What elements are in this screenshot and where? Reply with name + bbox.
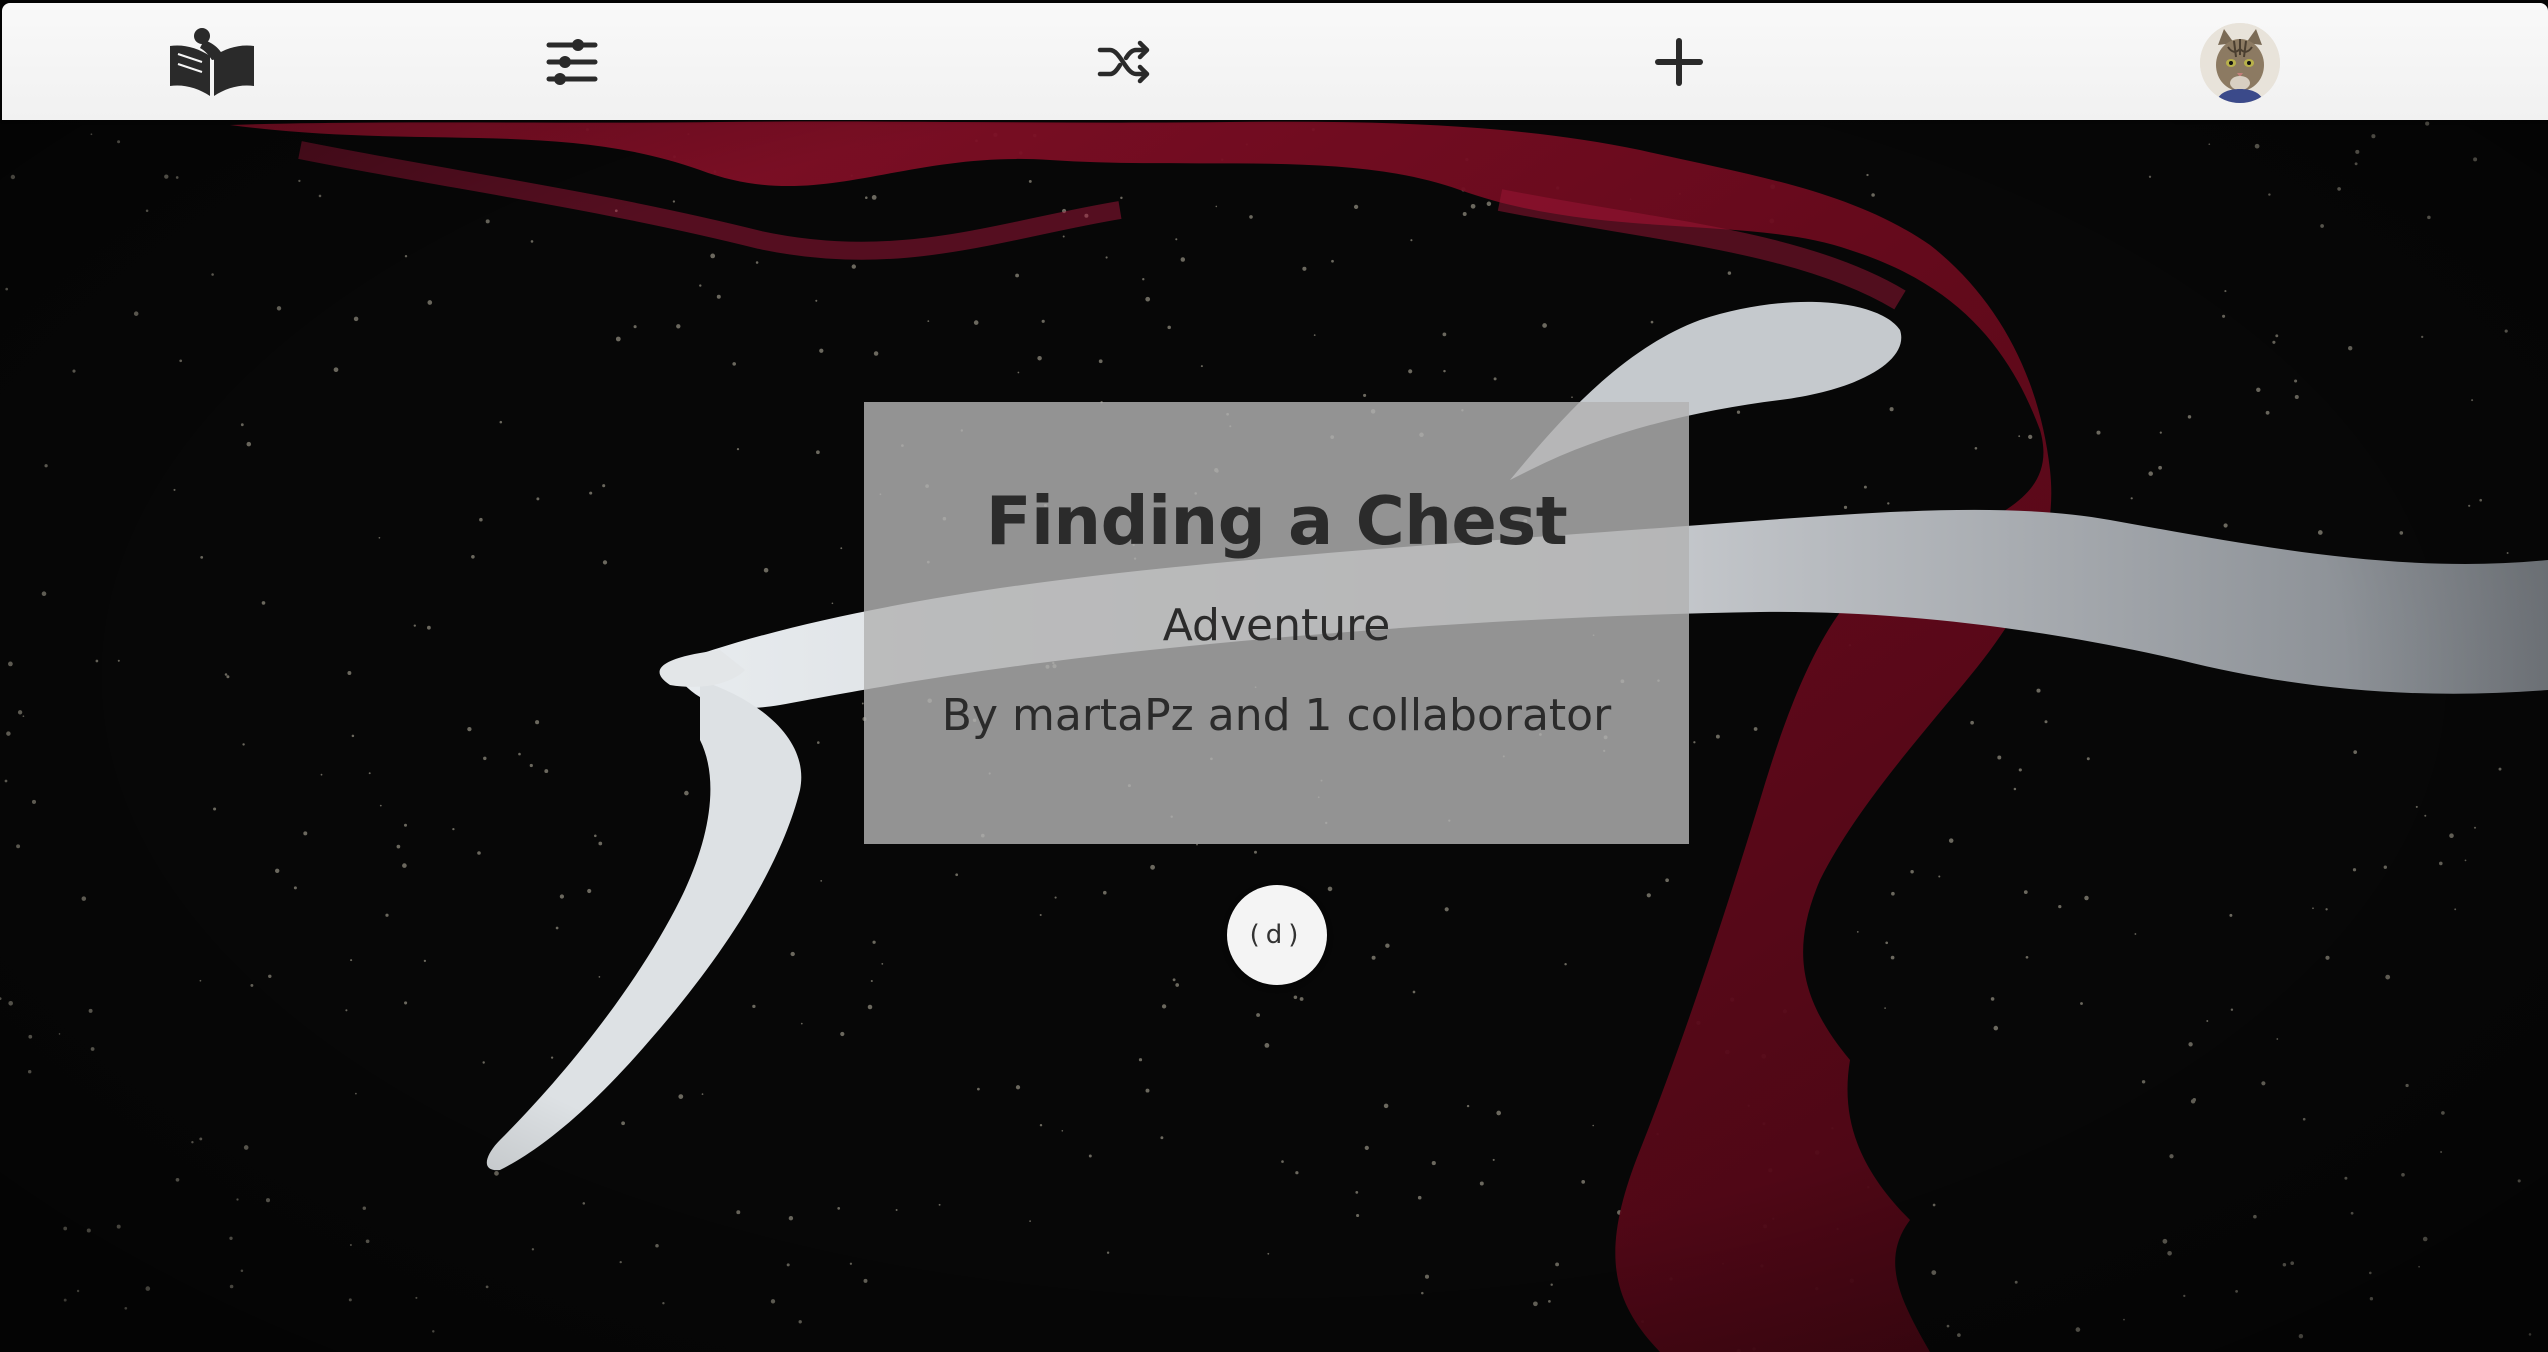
story-card[interactable]: Finding a Chest Adventure By martaPz and… <box>864 402 1689 844</box>
story-title: Finding a Chest <box>985 482 1568 560</box>
open-story-button[interactable]: (d) <box>1227 885 1327 985</box>
top-navbar <box>2 3 2548 120</box>
shuffle-icon[interactable] <box>1074 3 1174 120</box>
cat-avatar[interactable] <box>2200 23 2280 103</box>
plus-icon[interactable] <box>1629 3 1729 120</box>
sliders-svg <box>546 38 598 85</box>
sliders-icon[interactable] <box>522 3 622 120</box>
shuffle-svg <box>1097 40 1150 83</box>
plus-svg <box>1655 37 1703 86</box>
open-book-reader-icon[interactable] <box>152 3 272 120</box>
cat-avatar-svg <box>2200 23 2280 103</box>
story-authors: By martaPz and 1 collaborator <box>941 690 1612 741</box>
logo-svg <box>170 27 254 96</box>
story-genre: Adventure <box>1162 600 1391 651</box>
